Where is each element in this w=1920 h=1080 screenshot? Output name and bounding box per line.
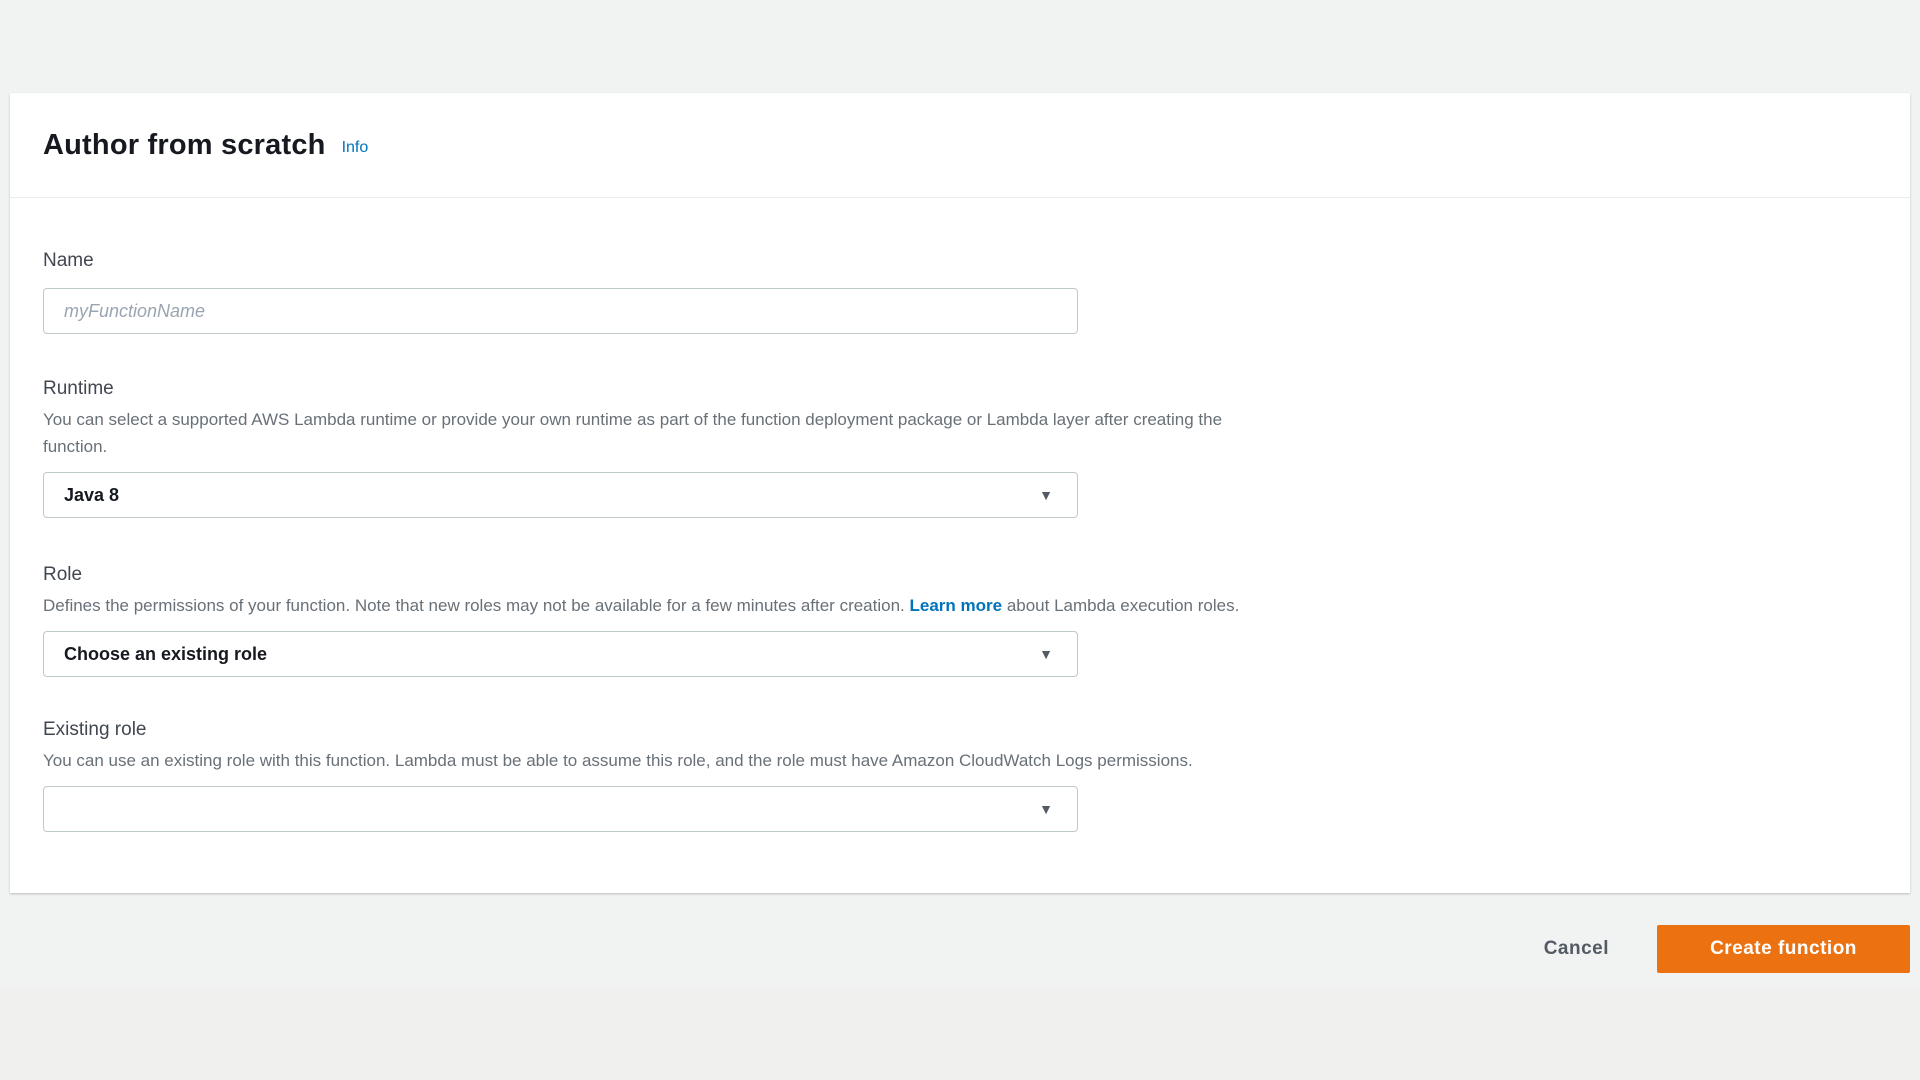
- learn-more-link[interactable]: Learn more: [910, 596, 1003, 615]
- info-link[interactable]: Info: [342, 139, 369, 157]
- name-label: Name: [43, 250, 1877, 272]
- footer-strip: [0, 988, 1920, 1080]
- card-body: Name Runtime You can select a supported …: [10, 198, 1910, 832]
- role-description-part2: about Lambda execution roles.: [1002, 596, 1239, 615]
- runtime-select-value: Java 8: [64, 485, 119, 506]
- create-function-button[interactable]: Create function: [1657, 925, 1910, 973]
- caret-down-icon: ▼: [1039, 802, 1053, 816]
- role-select[interactable]: Choose an existing role ▼: [43, 631, 1078, 677]
- role-label: Role: [43, 564, 1877, 586]
- name-field: Name: [43, 250, 1877, 334]
- role-field: Role Defines the permissions of your fun…: [43, 564, 1877, 677]
- role-select-value: Choose an existing role: [64, 644, 267, 665]
- runtime-field: Runtime You can select a supported AWS L…: [43, 378, 1877, 518]
- card-title: Author from scratch: [43, 129, 326, 162]
- role-description: Defines the permissions of your function…: [43, 592, 1273, 619]
- role-description-part1: Defines the permissions of your function…: [43, 596, 910, 615]
- page-background: Author from scratch Info Name Runtime Yo…: [0, 0, 1920, 1080]
- card-header: Author from scratch Info: [10, 93, 1910, 198]
- caret-down-icon: ▼: [1039, 488, 1053, 502]
- existing-role-field: Existing role You can use an existing ro…: [43, 719, 1877, 832]
- function-name-input[interactable]: [43, 288, 1078, 334]
- caret-down-icon: ▼: [1039, 647, 1053, 661]
- runtime-label: Runtime: [43, 378, 1877, 400]
- action-bar: Cancel Create function: [1544, 925, 1910, 973]
- runtime-select[interactable]: Java 8 ▼: [43, 472, 1078, 518]
- existing-role-select[interactable]: ▼: [43, 786, 1078, 832]
- runtime-description: You can select a supported AWS Lambda ru…: [43, 406, 1273, 460]
- existing-role-description: You can use an existing role with this f…: [43, 747, 1273, 774]
- cancel-button[interactable]: Cancel: [1544, 938, 1609, 960]
- existing-role-label: Existing role: [43, 719, 1877, 741]
- author-from-scratch-card: Author from scratch Info Name Runtime Yo…: [10, 93, 1910, 893]
